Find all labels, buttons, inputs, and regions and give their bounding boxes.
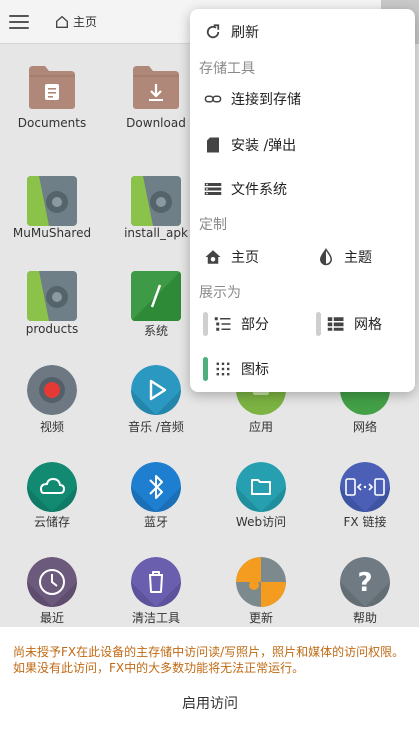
tile-bluetooth[interactable]: 蓝牙 — [104, 454, 208, 544]
refresh-icon — [204, 23, 222, 41]
tile-fx-link[interactable]: FX 链接 — [313, 454, 417, 544]
trash-icon — [131, 557, 181, 607]
menu-item-mount-eject[interactable]: 安装 /弹出 — [204, 128, 404, 162]
menu-item-label: 主题 — [344, 250, 372, 266]
view-option-selected-indicator — [203, 357, 208, 381]
tile-label: 帮助 — [352, 611, 377, 625]
icon-view-icon — [214, 360, 232, 378]
tile-label: 网络 — [352, 420, 377, 434]
breadcrumb-home[interactable]: 主页 — [54, 13, 97, 30]
section-display-as: 展示为 — [199, 285, 241, 301]
tile-cleaner[interactable]: 清洁工具 — [104, 549, 208, 639]
link-icon — [204, 90, 222, 108]
download-folder-icon — [133, 66, 179, 109]
menu-item-label: 刷新 — [231, 25, 259, 41]
enable-access-button[interactable]: 启用访问 — [150, 693, 270, 713]
permission-message: 尚未授予FX在此设备的主存储中访问读/写照片，照片和媒体的访问权限。如果没有此访… — [13, 645, 405, 675]
install-apk-app-icon — [131, 176, 181, 226]
file-system-icon — [204, 180, 222, 198]
tile-products[interactable]: products — [0, 259, 104, 349]
tile-recent[interactable]: 最近 — [0, 549, 104, 639]
tile-cloud[interactable]: 云储存 — [0, 454, 104, 544]
tile-updates[interactable]: 更新 — [209, 549, 313, 639]
menu-item-connect-storage[interactable]: 连接到存储 — [204, 82, 404, 116]
sd-card-icon — [204, 136, 222, 154]
mumushared-app-icon — [27, 176, 77, 226]
tile-label: 最近 — [39, 611, 64, 625]
tile-label: 蓝牙 — [143, 515, 168, 529]
list-view-icon — [214, 315, 232, 333]
documents-folder-icon — [29, 66, 75, 109]
home-icon — [56, 15, 68, 28]
tile-label: 音乐 /音频 — [128, 420, 184, 434]
grid-view-icon — [327, 315, 345, 333]
view-option-icons[interactable]: 图标 — [214, 352, 324, 386]
section-customize: 定制 — [199, 217, 227, 233]
home-settings-icon — [204, 248, 222, 266]
svg-text:?: ? — [357, 568, 372, 598]
menu-icon[interactable] — [9, 15, 29, 29]
permission-banner: 尚未授予FX在此设备的主存储中访问读/写照片，照片和媒体的访问权限。如果没有此访… — [0, 627, 419, 729]
tile-web-access[interactable]: Web访问 — [209, 454, 313, 544]
puzzle-icon — [236, 557, 286, 607]
help-icon: ? — [340, 557, 390, 607]
view-option-partial[interactable]: 部分 — [214, 307, 309, 341]
video-icon — [27, 365, 77, 415]
tile-label: Documents — [17, 116, 87, 130]
menu-item-label: 部分 — [241, 317, 269, 333]
menu-item-label: 网格 — [354, 317, 382, 333]
menu-item-label: 安装 /弹出 — [231, 138, 297, 154]
fx-link-icon — [340, 462, 390, 512]
menu-item-file-system[interactable]: 文件系统 — [204, 172, 404, 206]
tile-label: 更新 — [248, 611, 273, 625]
bluetooth-icon — [131, 462, 181, 512]
view-option-grid[interactable]: 网格 — [327, 307, 412, 341]
cloud-icon — [27, 462, 77, 512]
section-storage-tools: 存储工具 — [199, 61, 255, 77]
clock-icon — [27, 557, 77, 607]
products-app-icon — [27, 271, 77, 321]
tile-label: FX 链接 — [343, 515, 387, 529]
menu-item-home[interactable]: 主页 — [204, 240, 304, 274]
tile-label: products — [25, 322, 79, 336]
menu-item-label: 图标 — [241, 362, 269, 378]
system-slash-icon — [131, 271, 181, 321]
menu-item-refresh[interactable]: 刷新 — [204, 15, 404, 49]
tile-documents[interactable]: Documents — [0, 44, 104, 134]
music-play-icon — [131, 365, 181, 415]
tile-help[interactable]: ? 帮助 — [313, 549, 417, 639]
menu-item-label: 主页 — [231, 250, 259, 266]
tile-mumushared[interactable]: MuMuShared — [0, 164, 104, 254]
view-option-indicator — [203, 312, 208, 336]
menu-item-label: 文件系统 — [231, 182, 287, 198]
theme-icon — [317, 248, 335, 266]
tile-label: 视频 — [39, 420, 64, 434]
breadcrumb-home-label: 主页 — [73, 15, 98, 29]
tile-label: 云储存 — [33, 515, 70, 529]
tile-label: 清洁工具 — [131, 611, 180, 625]
tile-video[interactable]: 视频 — [0, 359, 104, 449]
view-option-indicator — [316, 312, 321, 336]
menu-item-label: 连接到存储 — [231, 92, 301, 108]
options-popup-menu: 刷新 存储工具 连接到存储 安装 /弹出 文件系统 定制 主页 主题 展示为 部… — [190, 9, 415, 392]
tile-label: Web访问 — [235, 515, 287, 529]
menu-item-theme[interactable]: 主题 — [317, 240, 407, 274]
tile-label: 应用 — [248, 420, 273, 434]
tile-label: MuMuShared — [12, 226, 92, 240]
web-folder-icon — [236, 462, 286, 512]
